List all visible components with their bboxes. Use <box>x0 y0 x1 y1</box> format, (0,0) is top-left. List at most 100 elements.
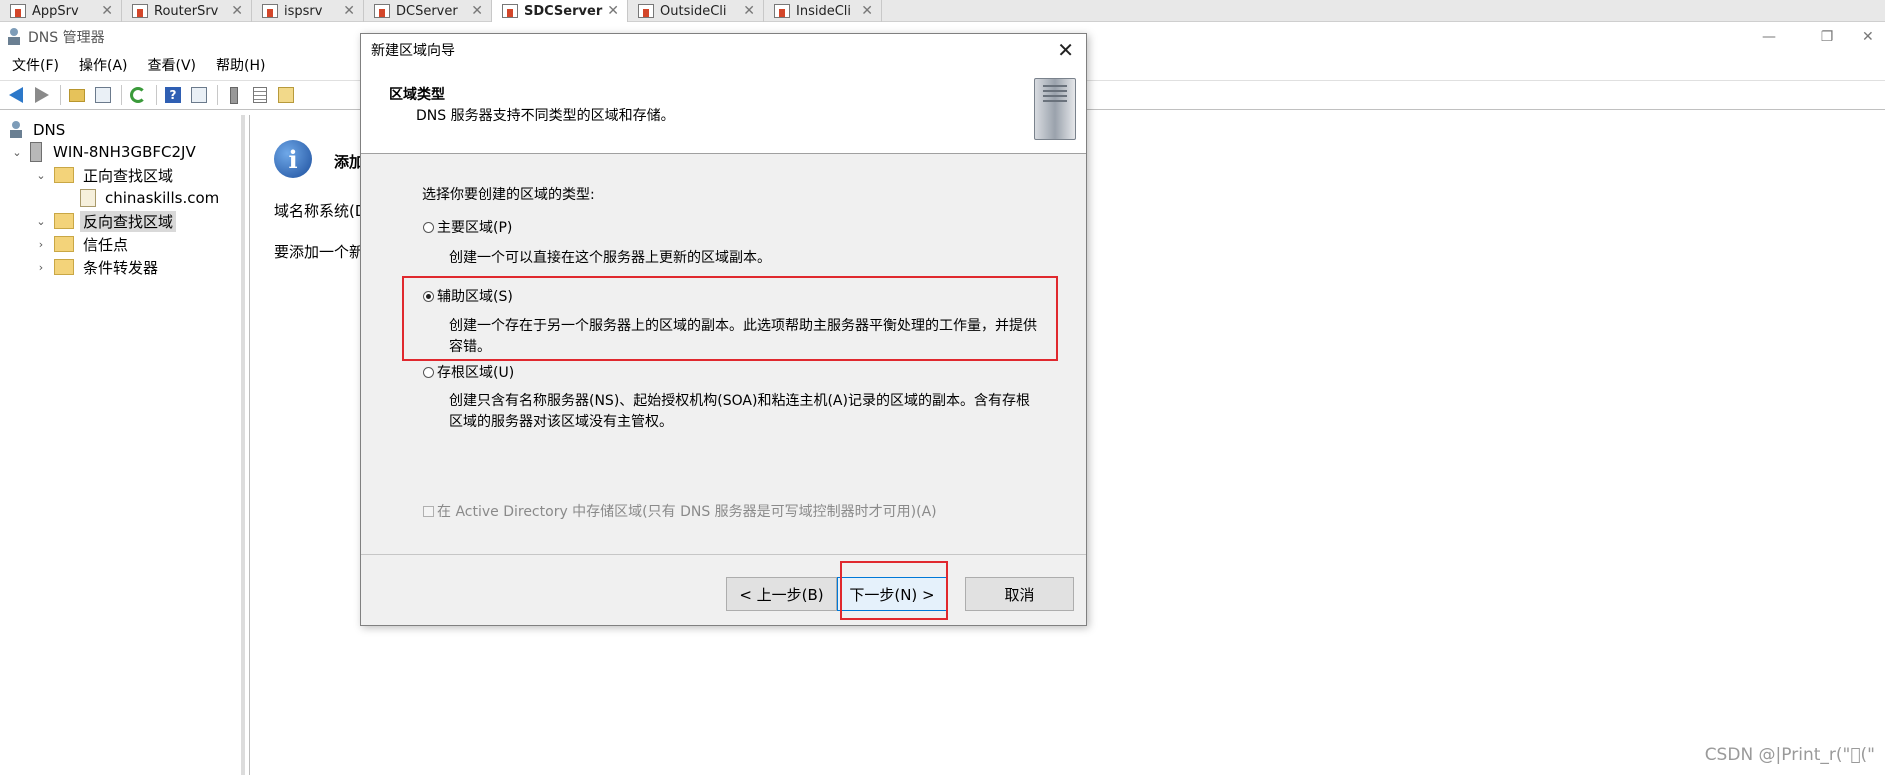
vm-tab-label: SDCServer <box>524 3 603 19</box>
chevron-down-icon[interactable]: ⌄ <box>34 169 48 182</box>
tree-item-conditional-forwarders[interactable]: › 条件转发器 <box>34 256 161 278</box>
vm-tab-label: OutsideCli <box>660 3 727 19</box>
tree-label: 正向查找区域 <box>83 166 174 185</box>
stub-zone-description: 创建只含有名称服务器(NS)、起始授权机构(SOA)和粘连主机(A)记录的区域的… <box>449 393 1030 430</box>
close-icon[interactable]: ✕ <box>743 3 755 19</box>
vm-tab-ispsrv[interactable]: ispsrv ✕ <box>252 0 364 22</box>
server-icon[interactable] <box>224 85 244 105</box>
vm-icon <box>262 4 278 18</box>
console-icon[interactable] <box>189 85 209 105</box>
tree-label: 条件转发器 <box>83 258 159 277</box>
vm-icon <box>10 4 26 18</box>
tree-item-reverse-zone[interactable]: ⌄ 反向查找区域 <box>34 210 177 232</box>
close-icon[interactable]: ✕ <box>861 3 873 19</box>
zone-file-icon <box>80 189 96 207</box>
close-icon[interactable]: ✕ <box>471 3 483 19</box>
wizard-step-title: 区域类型 <box>389 87 445 103</box>
back-icon[interactable] <box>6 85 26 105</box>
back-button[interactable]: < 上一步(B) <box>726 577 837 611</box>
up-folder-icon[interactable] <box>67 85 87 105</box>
vm-tab-insidecli[interactable]: InsideCli ✕ <box>764 0 882 22</box>
wizard-step-subtitle: DNS 服务器支持不同类型的区域和存储。 <box>416 108 675 124</box>
folder-icon <box>54 213 74 229</box>
stub-zone-radio[interactable] <box>423 367 434 378</box>
primary-zone-description: 创建一个可以直接在这个服务器上更新的区域副本。 <box>449 250 771 266</box>
zone-type-prompt: 选择你要创建的区域的类型: <box>422 187 595 203</box>
vm-tab-label: AppSrv <box>32 3 79 19</box>
watermark-text: CSDN @|Print_r(" (" <box>1704 745 1875 765</box>
result-text-line1: 域名称系统(D <box>274 202 367 220</box>
toolbar-separator <box>60 85 61 105</box>
menu-action[interactable]: 操作(A) <box>71 55 136 75</box>
menu-view[interactable]: 查看(V) <box>140 55 205 75</box>
vm-tab-label: RouterSrv <box>154 3 219 19</box>
window-title: DNS 管理器 <box>28 30 105 46</box>
vm-tab-label: InsideCli <box>796 3 852 19</box>
secondary-zone-highlight-box <box>402 276 1058 361</box>
info-icon: i <box>274 140 312 178</box>
properties-icon[interactable] <box>276 85 296 105</box>
toolbar-separator <box>217 85 218 105</box>
tree-item-forward-zone[interactable]: ⌄ 正向查找区域 <box>34 164 176 186</box>
close-icon[interactable]: ✕ <box>101 3 113 19</box>
dialog-title: 新建区域向导 <box>371 43 455 59</box>
vm-icon <box>502 4 518 18</box>
tree-item-server[interactable]: ⌄ WIN-8NH3GBFC2JV <box>10 141 199 163</box>
chevron-down-icon[interactable]: ⌄ <box>10 146 24 159</box>
primary-zone-label[interactable]: 主要区域(P) <box>437 217 512 237</box>
primary-zone-radio[interactable] <box>423 222 434 233</box>
tree-item-trust-points[interactable]: › 信任点 <box>34 233 131 255</box>
tree-label: WIN-8NH3GBFC2JV <box>53 143 196 161</box>
close-icon[interactable]: ✕ <box>343 3 355 19</box>
stub-zone-label[interactable]: 存根区域(U) <box>437 362 514 382</box>
folder-icon <box>54 259 74 275</box>
minimize-button[interactable]: — <box>1746 22 1792 52</box>
tree-item-zone-chinaskills[interactable]: chinaskills.com <box>80 187 222 209</box>
close-icon[interactable]: ✕ <box>607 3 619 19</box>
toolbar-separator <box>156 85 157 105</box>
show-hide-tree-icon[interactable] <box>93 85 113 105</box>
vm-tab-strip: AppSrv ✕ RouterSrv ✕ ispsrv ✕ DCServer ✕… <box>0 0 1885 22</box>
vm-tab-routersrv[interactable]: RouterSrv ✕ <box>122 0 252 22</box>
vm-icon <box>132 4 148 18</box>
wizard-header: 区域类型 DNS 服务器支持不同类型的区域和存储。 <box>361 66 1086 154</box>
dialog-title-bar: 新建区域向导 <box>361 34 1086 66</box>
vm-tab-dcserver[interactable]: DCServer ✕ <box>364 0 492 22</box>
console-tree: DNS ⌄ WIN-8NH3GBFC2JV ⌄ 正向查找区域 chinaskil… <box>0 115 245 775</box>
forward-icon[interactable] <box>32 85 52 105</box>
menu-file[interactable]: 文件(F) <box>4 55 67 75</box>
chevron-right-icon[interactable]: › <box>34 238 48 251</box>
vm-tab-label: DCServer <box>396 3 458 19</box>
footer-divider <box>361 554 1086 555</box>
toolbar-separator <box>121 85 122 105</box>
close-window-button[interactable]: ✕ <box>1862 22 1885 52</box>
list-icon[interactable] <box>250 85 270 105</box>
tree-label: chinaskills.com <box>105 189 220 207</box>
vm-tab-sdcserver[interactable]: SDCServer ✕ <box>492 0 628 22</box>
folder-icon <box>54 236 74 252</box>
chevron-down-icon[interactable]: ⌄ <box>34 215 48 228</box>
tree-label: 信任点 <box>83 235 129 254</box>
cancel-button[interactable]: 取消 <box>965 577 1074 611</box>
dns-manager-icon <box>6 28 22 46</box>
chevron-right-icon[interactable]: › <box>34 261 48 274</box>
vm-icon <box>638 4 654 18</box>
server-icon <box>30 142 42 162</box>
vm-icon <box>774 4 790 18</box>
refresh-icon[interactable] <box>128 85 148 105</box>
help-icon[interactable]: ? <box>163 85 183 105</box>
server-icon <box>1034 78 1076 140</box>
vm-tab-label: ispsrv <box>284 3 323 19</box>
store-in-ad-checkbox <box>423 506 434 517</box>
folder-icon <box>54 167 74 183</box>
close-icon[interactable]: ✕ <box>231 3 243 19</box>
dialog-close-button[interactable]: ✕ <box>1057 38 1074 62</box>
vm-icon <box>374 4 390 18</box>
restore-button[interactable]: ❐ <box>1804 22 1850 52</box>
vm-tab-outsidecli[interactable]: OutsideCli ✕ <box>628 0 764 22</box>
store-in-ad-label: 在 Active Directory 中存储区域(只有 DNS 服务器是可写域控… <box>437 504 937 520</box>
tree-item-dns[interactable]: DNS <box>8 119 68 141</box>
vm-tab-appsrv[interactable]: AppSrv ✕ <box>0 0 122 22</box>
menu-help[interactable]: 帮助(H) <box>208 55 273 75</box>
result-text-line2: 要添加一个新 <box>274 243 365 261</box>
